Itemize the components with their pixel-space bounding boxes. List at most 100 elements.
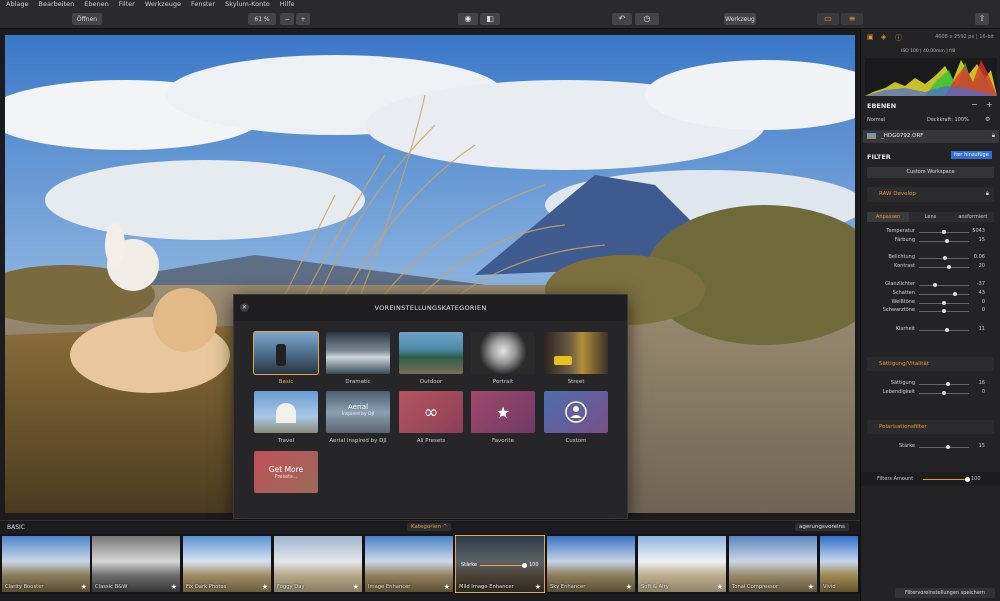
star-icon[interactable]: ★ xyxy=(353,583,359,591)
menu-item-skylum-konto[interactable]: Skylum-Konto xyxy=(225,0,270,9)
filters-amount-knob[interactable] xyxy=(965,477,970,482)
category-basic[interactable]: Basic xyxy=(253,331,319,385)
slider-lebendigkeit[interactable]: Lebendigkeit 0 xyxy=(861,389,1000,397)
tools-button[interactable]: Werkzeug xyxy=(724,13,756,25)
category-portrait[interactable]: Portrait xyxy=(471,332,535,385)
menu-item-filter[interactable]: Filter xyxy=(119,0,135,9)
slider-track[interactable] xyxy=(919,384,969,385)
star-icon[interactable]: ★ xyxy=(171,583,177,591)
preset-tonal-compressor[interactable]: Tonal Compressor ★ xyxy=(729,536,817,592)
slider-knob[interactable] xyxy=(942,300,946,305)
category-dramatic[interactable]: Dramatic xyxy=(326,332,390,385)
slider-track[interactable] xyxy=(919,285,969,286)
category-street[interactable]: Street xyxy=(544,332,608,385)
slider-färbung[interactable]: Färbung 15 xyxy=(861,237,1000,245)
preset-sky-enhancer[interactable]: Sky Enhancer ★ xyxy=(547,536,635,592)
undo-button[interactable]: ↶ xyxy=(612,13,632,25)
slider-belichtung[interactable]: Belichtung 0.06 xyxy=(861,254,1000,262)
preset-mild-image-enhancer[interactable]: Stärke 100 Mild Image Enhancer ★ xyxy=(455,535,545,593)
category-custom[interactable]: Custom xyxy=(544,391,608,444)
preset-strength-knob[interactable] xyxy=(522,563,527,568)
layers-title[interactable]: EBENEN xyxy=(867,102,896,110)
slider-knob[interactable] xyxy=(944,328,949,332)
layers-icon[interactable]: ◈ xyxy=(881,33,886,41)
slider-knob[interactable] xyxy=(945,445,950,449)
slider-track[interactable] xyxy=(919,293,969,295)
slider-knob[interactable] xyxy=(942,390,946,395)
add-layer-button[interactable]: + xyxy=(986,100,993,109)
gear-icon[interactable]: ⚙ xyxy=(985,116,990,123)
category-favorite[interactable]: ★ Favorite xyxy=(471,391,535,444)
category-travel[interactable]: Travel xyxy=(254,391,318,444)
star-icon[interactable]: ★ xyxy=(444,583,450,591)
history-button[interactable]: ◷ xyxy=(635,13,659,25)
preset-strength-slider[interactable] xyxy=(480,565,526,566)
opacity-control[interactable]: Deckkraft: 100% xyxy=(927,117,969,123)
menu-item-fenster[interactable]: Fenster xyxy=(191,0,215,9)
star-icon[interactable]: ★ xyxy=(626,583,632,591)
star-icon[interactable]: ★ xyxy=(81,583,87,591)
slider-knob[interactable] xyxy=(942,256,947,260)
slider-knob[interactable] xyxy=(944,238,949,243)
open-button[interactable]: Öffnen xyxy=(72,13,102,25)
slider-weißtöne[interactable]: Weißtöne 0 xyxy=(861,299,1000,307)
slider-stärke[interactable]: Stärke 15 xyxy=(861,443,1000,451)
star-icon[interactable]: ★ xyxy=(535,583,541,591)
star-icon[interactable]: ★ xyxy=(808,583,814,591)
preset-soft-airy[interactable]: Soft & Airy ★ xyxy=(638,536,726,592)
preview-eye-button[interactable]: ◉ xyxy=(458,13,478,25)
preset-image-enhancer[interactable]: Image Enhancer ★ xyxy=(365,536,453,592)
categories-toggle-button[interactable]: Kategorien ^ xyxy=(407,523,452,531)
polarizing-header[interactable]: Polarisationsfilter xyxy=(867,420,994,434)
preset-options-button[interactable]: agerungsvoreins xyxy=(795,523,849,531)
slider-track[interactable] xyxy=(919,266,969,268)
slider-sättigung[interactable]: Sättigung 16 xyxy=(861,380,1000,388)
slider-glanzlichter[interactable]: Glanzlichter -37 xyxy=(861,281,1000,289)
zoom-out-button[interactable]: − xyxy=(280,13,294,25)
slider-knob[interactable] xyxy=(932,283,937,287)
slider-temperatur[interactable]: Temperatur 5043 xyxy=(861,228,1000,236)
slider-track[interactable] xyxy=(919,330,969,331)
remove-layer-button[interactable]: − xyxy=(971,100,978,109)
slider-klarheit[interactable]: Klarheit 11 xyxy=(861,326,1000,334)
workspace-select[interactable]: Custom Workspace xyxy=(867,167,994,178)
slider-knob[interactable] xyxy=(946,382,950,386)
histogram-icon[interactable]: ▣ xyxy=(867,33,874,41)
category-aerial[interactable]: Aerial Inspired by DJI Aerial Inspired b… xyxy=(326,391,390,444)
preset-vivid[interactable]: Vivid xyxy=(820,536,858,592)
menu-item-hilfe[interactable]: Hilfe xyxy=(280,0,295,9)
tab-transform[interactable]: ansformiert xyxy=(951,212,994,222)
menu-item-ebenen[interactable]: Ebenen xyxy=(84,0,108,9)
filter-title[interactable]: FILTER xyxy=(867,153,891,161)
filters-amount-slider[interactable] xyxy=(923,479,969,480)
save-filter-presets-button[interactable]: Filtervoreinstellungen speichern xyxy=(895,588,995,598)
menu-item-ablage[interactable]: Ablage xyxy=(6,0,29,9)
get-more-presets-button[interactable]: Get More Presets... xyxy=(254,451,318,493)
category-outdoor[interactable]: Outdoor xyxy=(399,332,463,385)
share-button[interactable]: ⇧ xyxy=(975,13,989,25)
zoom-level[interactable]: 61 % xyxy=(248,13,276,25)
menu-item-bearbeiten[interactable]: Bearbeiten xyxy=(39,0,75,9)
presets-view-button[interactable]: ▭ xyxy=(817,13,839,25)
raw-develop-header[interactable]: RAW Develop 🔒︎ xyxy=(867,187,994,202)
preset-clarity-booster[interactable]: Clarity Booster ★ xyxy=(2,536,90,592)
add-filter-button[interactable]: lter hinzufüge xyxy=(951,151,992,159)
saturation-header[interactable]: Sättigung/Vitalität xyxy=(867,357,994,371)
slider-knob[interactable] xyxy=(947,264,951,269)
info-icon[interactable]: ⓘ xyxy=(895,33,902,43)
category-all-presets[interactable]: ∞ All Presets xyxy=(399,391,463,444)
slider-knob[interactable] xyxy=(942,230,946,234)
preset-foggy-day[interactable]: Foggy Day ★ xyxy=(274,536,362,592)
layer-row[interactable]: _HDG0792.ORF 🔒︎ xyxy=(863,130,999,143)
zoom-in-button[interactable]: + xyxy=(296,13,310,25)
slider-kontrast[interactable]: Kontrast 20 xyxy=(861,263,1000,271)
preset-fix-dark-photos[interactable]: Fix Dark Photos ★ xyxy=(183,536,271,592)
dialog-close-button[interactable]: ✕ xyxy=(240,303,249,312)
slider-track[interactable] xyxy=(919,447,969,448)
tab-lens[interactable]: Lens xyxy=(909,212,952,222)
star-icon[interactable]: ★ xyxy=(717,583,723,591)
compare-button[interactable]: ◧ xyxy=(480,13,500,25)
slider-schwarztöne[interactable]: Schwarztöne 0 xyxy=(861,307,1000,315)
slider-schatten[interactable]: Schatten 43 xyxy=(861,290,1000,298)
tab-anpassen[interactable]: Anpassen xyxy=(867,212,910,222)
